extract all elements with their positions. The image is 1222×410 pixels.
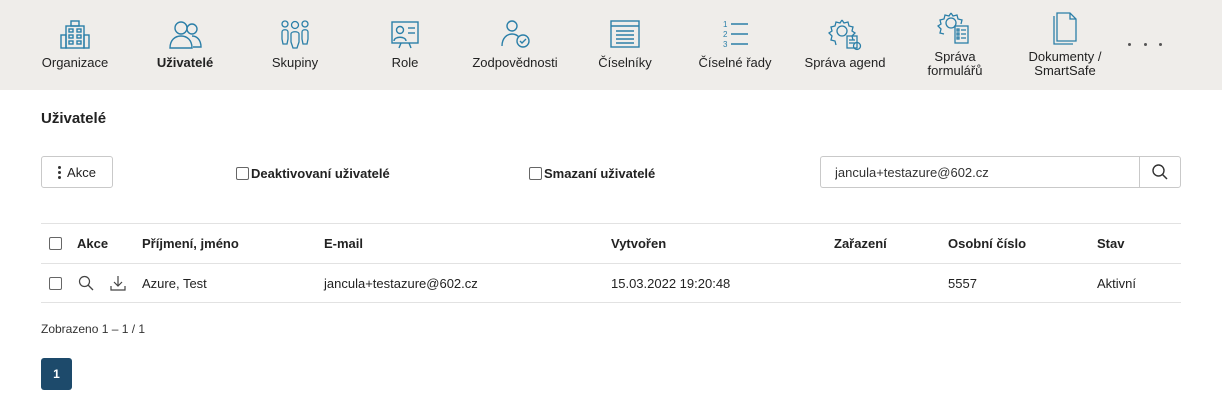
cell-created: 15.03.2022 19:20:48 <box>611 275 731 291</box>
page-button-current[interactable]: 1 <box>41 358 72 390</box>
header-akce: Akce <box>77 236 109 251</box>
nav-item-ciselniky[interactable]: Číselníky <box>580 0 670 90</box>
nav-item-sprava-formularu[interactable]: Správa formulářů <box>905 0 1005 90</box>
pager-info: Zobrazeno 1 – 1 / 1 <box>41 322 146 336</box>
building-icon <box>57 16 93 52</box>
deactivated-users-checkbox[interactable] <box>236 167 249 180</box>
select-all-checkbox[interactable] <box>49 237 62 250</box>
page-title: Uživatelé <box>41 110 107 127</box>
nav-label: Uživatelé <box>156 55 214 70</box>
header-created[interactable]: Vytvořen <box>611 224 666 263</box>
header-email[interactable]: E-mail <box>324 224 363 263</box>
svg-text:2: 2 <box>723 30 728 39</box>
nav-item-dokumenty-smartsafe[interactable]: Dokumenty / SmartSafe <box>1015 0 1115 90</box>
gear-form-icon <box>936 10 973 46</box>
top-navigation: Organizace Uživatelé Skupiny Role Zodpov… <box>0 0 1222 90</box>
deactivated-users-filter[interactable]: Deaktivovaní uživatelé <box>236 166 390 181</box>
header-state[interactable]: Stav <box>1097 224 1124 263</box>
users-icon <box>167 16 203 52</box>
role-card-icon <box>387 16 423 52</box>
group-icon <box>277 16 313 52</box>
nav-label: Organizace <box>41 55 109 70</box>
header-personal-number[interactable]: Osobní číslo <box>948 224 1026 263</box>
cell-state: Aktivní <box>1097 275 1137 291</box>
deactivated-users-label: Deaktivovaní uživatelé <box>251 166 390 181</box>
deleted-users-filter[interactable]: Smazaní uživatelé <box>529 166 655 181</box>
nav-item-uzivatele[interactable]: Uživatelé <box>140 0 230 90</box>
nav-label-line2: SmartSafe <box>1034 63 1096 78</box>
nav-item-ciselne-rady[interactable]: 1 2 3 Číselné řady <box>690 0 780 90</box>
select-all-cell <box>49 224 62 263</box>
kebab-icon <box>58 165 62 179</box>
nav-item-sprava-agend[interactable]: Správa agend <box>795 0 895 90</box>
nav-label-line2: formulářů <box>927 63 983 78</box>
row-checkbox[interactable] <box>49 276 62 290</box>
gear-document-icon <box>827 16 863 52</box>
numbered-list-icon: 1 2 3 <box>717 16 753 52</box>
nav-label-line1: Dokumenty / <box>1028 49 1102 64</box>
nav-label: Role <box>391 55 419 70</box>
user-check-icon <box>497 16 533 52</box>
nav-label: Skupiny <box>271 55 319 70</box>
magnifier-icon[interactable] <box>77 274 95 292</box>
svg-text:1: 1 <box>723 20 728 29</box>
nav-label: Číselné řady <box>698 55 772 70</box>
list-window-icon <box>607 16 643 52</box>
nav-label: Správa agend <box>804 55 886 70</box>
search-input[interactable] <box>820 156 1140 188</box>
documents-icon <box>1047 10 1083 46</box>
table-row[interactable]: Azure, Test jancula+testazure@602.cz 15.… <box>41 264 1181 303</box>
nav-item-organizace[interactable]: Organizace <box>30 0 120 90</box>
nav-item-role[interactable]: Role <box>360 0 450 90</box>
deleted-users-label: Smazaní uživatelé <box>544 166 656 181</box>
search-button[interactable] <box>1139 156 1181 188</box>
deleted-users-checkbox[interactable] <box>529 167 542 180</box>
akce-button-label: Akce <box>67 164 96 180</box>
cell-email: jancula+testazure@602.cz <box>324 275 478 291</box>
nav-item-skupiny[interactable]: Skupiny <box>250 0 340 90</box>
nav-label: Zodpovědnosti <box>472 55 558 70</box>
search-icon <box>1152 164 1168 180</box>
cell-name: Azure, Test <box>142 275 207 291</box>
row-actions <box>77 264 127 302</box>
nav-label: Číselníky <box>598 55 652 70</box>
more-dots-icon[interactable] <box>1128 36 1162 52</box>
row-select-cell <box>49 264 62 302</box>
header-placement[interactable]: Zařazení <box>834 224 887 263</box>
svg-text:3: 3 <box>723 40 728 49</box>
header-name[interactable]: Příjmení, jméno <box>142 224 239 263</box>
download-icon[interactable] <box>109 274 127 292</box>
nav-item-zodpovednosti[interactable]: Zodpovědnosti <box>465 0 565 90</box>
nav-label-line1: Správa <box>934 49 976 64</box>
cell-personal-number: 5557 <box>948 275 977 291</box>
table-header: Akce Příjmení, jméno E-mail Vytvořen Zař… <box>41 223 1181 264</box>
akce-button[interactable]: Akce <box>41 156 113 188</box>
